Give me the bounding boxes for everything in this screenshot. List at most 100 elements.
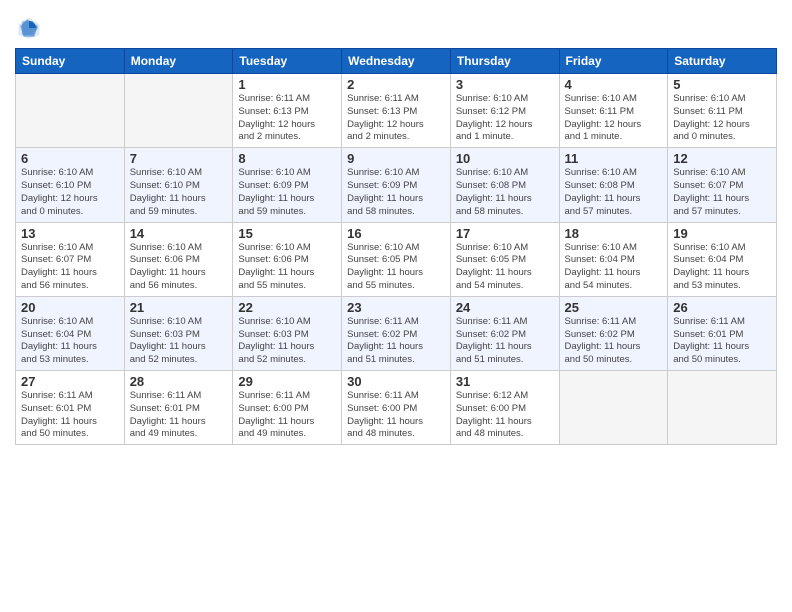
header-monday: Monday bbox=[124, 49, 233, 74]
day-number: 8 bbox=[238, 151, 336, 166]
day-info: Sunrise: 6:11 AM Sunset: 6:02 PM Dayligh… bbox=[456, 316, 554, 367]
calendar-cell: 18Sunrise: 6:10 AM Sunset: 6:04 PM Dayli… bbox=[559, 222, 668, 296]
day-number: 25 bbox=[565, 300, 663, 315]
calendar-cell: 1Sunrise: 6:11 AM Sunset: 6:13 PM Daylig… bbox=[233, 74, 342, 148]
calendar-cell: 16Sunrise: 6:10 AM Sunset: 6:05 PM Dayli… bbox=[342, 222, 451, 296]
day-number: 21 bbox=[130, 300, 228, 315]
calendar-cell: 5Sunrise: 6:10 AM Sunset: 6:11 PM Daylig… bbox=[668, 74, 777, 148]
header-wednesday: Wednesday bbox=[342, 49, 451, 74]
day-info: Sunrise: 6:11 AM Sunset: 6:13 PM Dayligh… bbox=[238, 93, 336, 144]
header-sunday: Sunday bbox=[16, 49, 125, 74]
calendar-cell: 2Sunrise: 6:11 AM Sunset: 6:13 PM Daylig… bbox=[342, 74, 451, 148]
day-number: 20 bbox=[21, 300, 119, 315]
day-info: Sunrise: 6:10 AM Sunset: 6:12 PM Dayligh… bbox=[456, 93, 554, 144]
day-number: 23 bbox=[347, 300, 445, 315]
calendar-week-3: 13Sunrise: 6:10 AM Sunset: 6:07 PM Dayli… bbox=[16, 222, 777, 296]
calendar-cell: 23Sunrise: 6:11 AM Sunset: 6:02 PM Dayli… bbox=[342, 296, 451, 370]
day-info: Sunrise: 6:10 AM Sunset: 6:08 PM Dayligh… bbox=[456, 167, 554, 218]
day-number: 5 bbox=[673, 77, 771, 92]
day-info: Sunrise: 6:10 AM Sunset: 6:11 PM Dayligh… bbox=[565, 93, 663, 144]
day-info: Sunrise: 6:10 AM Sunset: 6:06 PM Dayligh… bbox=[130, 242, 228, 293]
calendar-cell: 22Sunrise: 6:10 AM Sunset: 6:03 PM Dayli… bbox=[233, 296, 342, 370]
logo bbox=[15, 14, 45, 42]
day-info: Sunrise: 6:11 AM Sunset: 6:01 PM Dayligh… bbox=[673, 316, 771, 367]
day-number: 11 bbox=[565, 151, 663, 166]
day-info: Sunrise: 6:10 AM Sunset: 6:05 PM Dayligh… bbox=[347, 242, 445, 293]
day-info: Sunrise: 6:11 AM Sunset: 6:02 PM Dayligh… bbox=[565, 316, 663, 367]
day-number: 19 bbox=[673, 226, 771, 241]
calendar-cell: 7Sunrise: 6:10 AM Sunset: 6:10 PM Daylig… bbox=[124, 148, 233, 222]
day-number: 7 bbox=[130, 151, 228, 166]
day-number: 22 bbox=[238, 300, 336, 315]
day-number: 18 bbox=[565, 226, 663, 241]
calendar-cell: 11Sunrise: 6:10 AM Sunset: 6:08 PM Dayli… bbox=[559, 148, 668, 222]
calendar-cell bbox=[559, 371, 668, 445]
calendar-cell: 27Sunrise: 6:11 AM Sunset: 6:01 PM Dayli… bbox=[16, 371, 125, 445]
calendar-cell: 26Sunrise: 6:11 AM Sunset: 6:01 PM Dayli… bbox=[668, 296, 777, 370]
day-info: Sunrise: 6:11 AM Sunset: 6:01 PM Dayligh… bbox=[130, 390, 228, 441]
calendar-cell: 8Sunrise: 6:10 AM Sunset: 6:09 PM Daylig… bbox=[233, 148, 342, 222]
day-info: Sunrise: 6:11 AM Sunset: 6:13 PM Dayligh… bbox=[347, 93, 445, 144]
calendar-cell: 14Sunrise: 6:10 AM Sunset: 6:06 PM Dayli… bbox=[124, 222, 233, 296]
day-info: Sunrise: 6:10 AM Sunset: 6:07 PM Dayligh… bbox=[21, 242, 119, 293]
calendar-week-1: 1Sunrise: 6:11 AM Sunset: 6:13 PM Daylig… bbox=[16, 74, 777, 148]
calendar-cell: 13Sunrise: 6:10 AM Sunset: 6:07 PM Dayli… bbox=[16, 222, 125, 296]
day-number: 28 bbox=[130, 374, 228, 389]
day-number: 15 bbox=[238, 226, 336, 241]
calendar-cell: 30Sunrise: 6:11 AM Sunset: 6:00 PM Dayli… bbox=[342, 371, 451, 445]
day-info: Sunrise: 6:10 AM Sunset: 6:03 PM Dayligh… bbox=[130, 316, 228, 367]
day-info: Sunrise: 6:11 AM Sunset: 6:02 PM Dayligh… bbox=[347, 316, 445, 367]
calendar-cell: 3Sunrise: 6:10 AM Sunset: 6:12 PM Daylig… bbox=[450, 74, 559, 148]
logo-icon bbox=[15, 14, 43, 42]
day-info: Sunrise: 6:10 AM Sunset: 6:09 PM Dayligh… bbox=[347, 167, 445, 218]
day-info: Sunrise: 6:11 AM Sunset: 6:00 PM Dayligh… bbox=[347, 390, 445, 441]
calendar-week-5: 27 Sunrise: 6:11 AM Sunset: 6:01 PM Dayli… bbox=[16, 371, 777, 445]
page-header bbox=[15, 10, 777, 42]
calendar-cell: 21Sunrise: 6:10 AM Sunset: 6:03 PM Dayli… bbox=[124, 296, 233, 370]
calendar-table: Sunday Monday Tuesday Wednesday Thursday… bbox=[15, 48, 777, 445]
calendar-cell: 31Sunrise: 6:12 AM Sunset: 6:00 PM Dayli… bbox=[450, 371, 559, 445]
calendar-cell: 24Sunrise: 6:11 AM Sunset: 6:02 PM Dayli… bbox=[450, 296, 559, 370]
day-info: Sunrise: 6:10 AM Sunset: 6:08 PM Dayligh… bbox=[565, 167, 663, 218]
day-info: Sunrise: 6:10 AM Sunset: 6:07 PM Dayligh… bbox=[673, 167, 771, 218]
day-number: 4 bbox=[565, 77, 663, 92]
calendar-cell: 12Sunrise: 6:10 AM Sunset: 6:07 PM Dayli… bbox=[668, 148, 777, 222]
day-number: 9 bbox=[347, 151, 445, 166]
calendar-cell: 20Sunrise: 6:10 AM Sunset: 6:04 PM Dayli… bbox=[16, 296, 125, 370]
day-number: 30 bbox=[347, 374, 445, 389]
day-number: 27 bbox=[21, 374, 119, 389]
day-number: 1 bbox=[238, 77, 336, 92]
calendar-cell: 25Sunrise: 6:11 AM Sunset: 6:02 PM Dayli… bbox=[559, 296, 668, 370]
header-saturday: Saturday bbox=[668, 49, 777, 74]
calendar-week-2: 6Sunrise: 6:10 AM Sunset: 6:10 PM Daylig… bbox=[16, 148, 777, 222]
header-friday: Friday bbox=[559, 49, 668, 74]
day-number: 31 bbox=[456, 374, 554, 389]
calendar-cell: 17Sunrise: 6:10 AM Sunset: 6:05 PM Dayli… bbox=[450, 222, 559, 296]
day-number: 26 bbox=[673, 300, 771, 315]
day-number: 14 bbox=[130, 226, 228, 241]
day-number: 10 bbox=[456, 151, 554, 166]
day-info: Sunrise: 6:10 AM Sunset: 6:04 PM Dayligh… bbox=[21, 316, 119, 367]
day-number: 6 bbox=[21, 151, 119, 166]
day-info: Sunrise: 6:10 AM Sunset: 6:09 PM Dayligh… bbox=[238, 167, 336, 218]
header-tuesday: Tuesday bbox=[233, 49, 342, 74]
day-info: Sunrise: 6:12 AM Sunset: 6:00 PM Dayligh… bbox=[456, 390, 554, 441]
day-info: Sunrise: 6:10 AM Sunset: 6:05 PM Dayligh… bbox=[456, 242, 554, 293]
calendar-cell: 19Sunrise: 6:10 AM Sunset: 6:04 PM Dayli… bbox=[668, 222, 777, 296]
calendar-cell: 28Sunrise: 6:11 AM Sunset: 6:01 PM Dayli… bbox=[124, 371, 233, 445]
day-info: Sunrise: 6:10 AM Sunset: 6:10 PM Dayligh… bbox=[21, 167, 119, 218]
calendar-cell bbox=[668, 371, 777, 445]
day-number: 3 bbox=[456, 77, 554, 92]
day-number: 16 bbox=[347, 226, 445, 241]
calendar-cell: 9Sunrise: 6:10 AM Sunset: 6:09 PM Daylig… bbox=[342, 148, 451, 222]
day-info: Sunrise: 6:10 AM Sunset: 6:10 PM Dayligh… bbox=[130, 167, 228, 218]
calendar-week-4: 20Sunrise: 6:10 AM Sunset: 6:04 PM Dayli… bbox=[16, 296, 777, 370]
calendar-cell: 10Sunrise: 6:10 AM Sunset: 6:08 PM Dayli… bbox=[450, 148, 559, 222]
day-number: 29 bbox=[238, 374, 336, 389]
calendar-cell: 29Sunrise: 6:11 AM Sunset: 6:00 PM Dayli… bbox=[233, 371, 342, 445]
day-number: 17 bbox=[456, 226, 554, 241]
day-info: Sunrise: 6:10 AM Sunset: 6:04 PM Dayligh… bbox=[673, 242, 771, 293]
day-info: Sunrise: 6:10 AM Sunset: 6:11 PM Dayligh… bbox=[673, 93, 771, 144]
day-info: Sunrise: 6:10 AM Sunset: 6:03 PM Dayligh… bbox=[238, 316, 336, 367]
day-number: 12 bbox=[673, 151, 771, 166]
